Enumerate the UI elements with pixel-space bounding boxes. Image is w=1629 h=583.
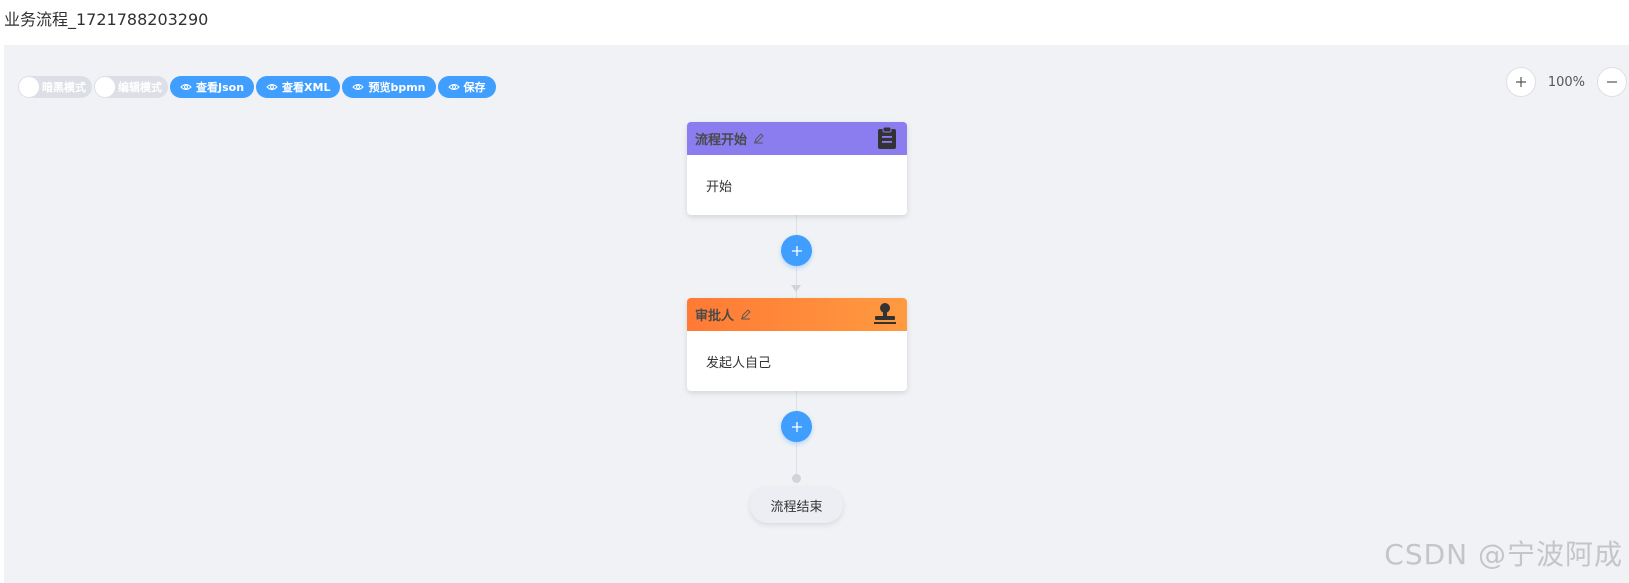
view-json-label: 查看Json	[196, 81, 245, 94]
add-node-button[interactable]	[781, 411, 812, 442]
save-label: 保存	[463, 81, 486, 94]
plus-icon	[791, 245, 802, 256]
eye-icon	[266, 83, 278, 91]
arrow-down-icon	[791, 285, 801, 292]
eye-icon	[352, 83, 365, 91]
node-content: 开始	[706, 179, 733, 195]
node-header: 审批人	[687, 298, 907, 331]
flow-canvas[interactable]: 暗黑模式 编辑模式 查看Json 查看XML 预览bpmn 保存 100% 流程…	[4, 45, 1629, 583]
approver-node[interactable]: 审批人 发起人自己	[687, 298, 907, 391]
node-header: 流程开始	[687, 122, 907, 155]
end-node[interactable]: 流程结束	[750, 487, 843, 523]
zoom-in-button[interactable]	[1505, 67, 1536, 97]
end-connector-dot	[792, 474, 801, 483]
toggle-knob	[19, 77, 39, 97]
edit-icon[interactable]	[753, 133, 764, 144]
zoom-level: 100%	[1547, 74, 1585, 90]
plus-icon	[1515, 77, 1526, 87]
node-title: 审批人	[695, 309, 735, 324]
dark-mode-toggle[interactable]: 暗黑模式	[18, 76, 92, 98]
edit-mode-toggle[interactable]: 编辑模式	[94, 76, 168, 98]
minus-icon	[1607, 81, 1617, 83]
preview-bpmn-button[interactable]: 预览bpmn	[342, 76, 436, 98]
clipboard-icon	[877, 126, 897, 154]
node-body: 开始	[687, 155, 907, 215]
dark-mode-label: 暗黑模式	[42, 81, 86, 94]
node-content: 发起人自己	[706, 355, 772, 371]
node-body: 发起人自己	[687, 331, 907, 391]
node-title: 流程开始	[695, 133, 748, 148]
page-title: 业务流程_1721788203290	[4, 10, 209, 29]
eye-icon	[447, 83, 460, 91]
plus-icon	[791, 421, 802, 432]
add-node-button[interactable]	[781, 235, 812, 266]
zoom-controls: 100%	[1505, 67, 1627, 97]
edit-mode-label: 编辑模式	[118, 81, 162, 94]
edit-icon[interactable]	[740, 309, 751, 320]
zoom-out-button[interactable]	[1597, 67, 1627, 97]
start-node[interactable]: 流程开始 开始	[687, 122, 907, 215]
eye-icon	[180, 83, 192, 91]
preview-bpmn-label: 预览bpmn	[368, 81, 426, 94]
end-node-label: 流程结束	[770, 499, 823, 515]
save-button[interactable]: 保存	[437, 76, 496, 98]
watermark: CSDN @宁波阿成	[1384, 538, 1623, 571]
stamp-icon	[873, 302, 897, 330]
view-xml-label: 查看XML	[282, 81, 331, 94]
toggle-knob	[95, 77, 115, 97]
toolbar: 暗黑模式 编辑模式 查看Json 查看XML 预览bpmn 保存	[18, 76, 496, 98]
view-json-button[interactable]: 查看Json	[170, 76, 255, 98]
view-xml-button[interactable]: 查看XML	[256, 76, 341, 98]
